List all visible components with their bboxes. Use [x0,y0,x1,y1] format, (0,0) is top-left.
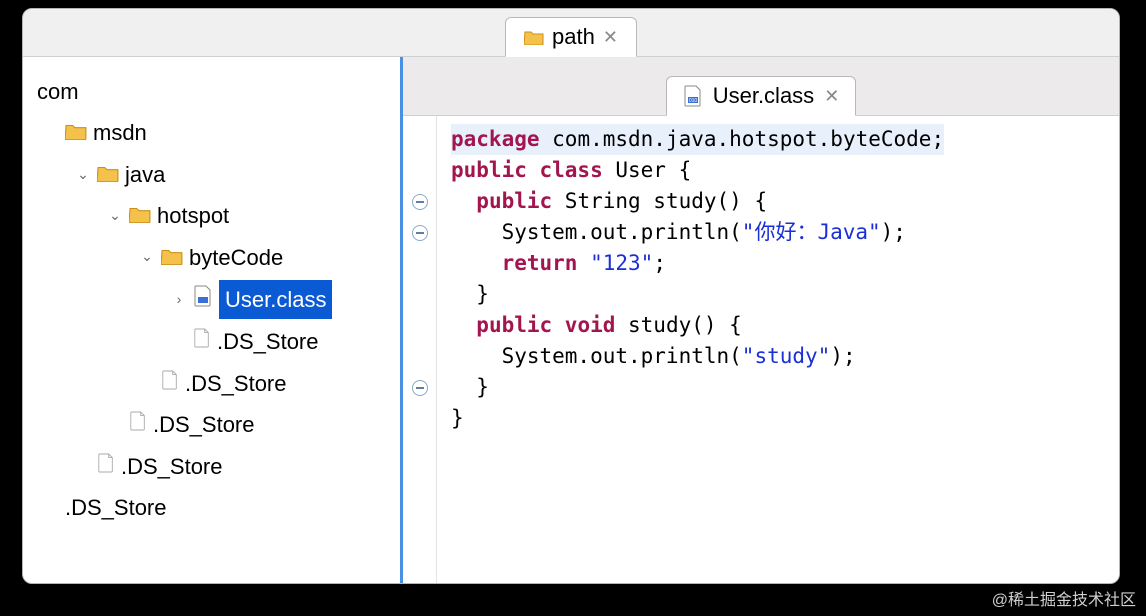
tree-item-label: .DS_Store [65,489,167,526]
window-tab-path[interactable]: path ✕ [505,17,637,57]
folder-icon [97,156,119,193]
gutter-spacer [403,310,436,341]
watermark: @稀土掘金技术社区 [992,586,1136,610]
editor-body[interactable]: package com.msdn.java.hotspot.byteCode;p… [403,115,1119,583]
tree-item-label: .DS_Store [217,323,319,360]
package-explorer[interactable]: com msdn⌄java⌄hotspot⌄byteCode›User.clas… [23,57,403,583]
fold-toggle[interactable] [403,186,436,217]
code-content[interactable]: package com.msdn.java.hotspot.byteCode;p… [437,116,958,583]
code-line: public void study() { [451,310,944,341]
tree-item-label: .DS_Store [121,448,223,485]
folder-icon [65,114,87,151]
code-line: } [451,279,944,310]
tree-item[interactable]: .DS_Store [33,363,390,404]
fold-toggle[interactable] [403,372,436,403]
chevron-down-icon[interactable]: ⌄ [139,245,155,269]
chevron-right-icon[interactable]: › [171,288,187,312]
tree-item[interactable]: .DS_Store [33,446,390,487]
tree-item[interactable]: .DS_Store [33,404,390,445]
gutter-spacer [403,155,436,186]
code-line: } [451,372,944,403]
class-file-icon [193,281,213,318]
close-icon[interactable]: ✕ [603,27,618,48]
code-line: System.out.println("study"); [451,341,944,372]
tree-item[interactable]: ⌄ byteCode [33,237,390,278]
tree-item[interactable]: ⌄ hotspot [33,195,390,236]
file-icon [161,365,179,402]
editor-tab-bar: 010 User.class ✕ [403,57,1119,115]
gutter-spacer [403,124,436,155]
editor-tab-label: User.class [713,83,814,109]
tree-root[interactable]: com [33,71,390,112]
gutter-spacer [403,434,436,465]
window-tab-bar: path ✕ [23,9,1119,57]
tree-item-label: hotspot [157,197,229,234]
file-icon [129,406,147,443]
code-line: return "123"; [451,248,944,279]
fold-toggle[interactable] [403,217,436,248]
tree-item[interactable]: ⌄ java [33,154,390,195]
svg-text:010: 010 [689,98,698,104]
chevron-down-icon[interactable]: ⌄ [107,204,123,228]
tree-item-label: .DS_Store [185,365,287,402]
tree-item-label: byteCode [189,239,283,276]
close-icon[interactable]: ✕ [824,86,839,107]
code-line: } [451,403,944,434]
tree-item-label: User.class [219,280,332,319]
window-tab-label: path [552,24,595,50]
code-line: System.out.println("你好：Java"); [451,217,944,248]
gutter-spacer [403,279,436,310]
tree-item[interactable]: .DS_Store [33,487,390,528]
gutter-spacer [403,248,436,279]
content-area: com msdn⌄java⌄hotspot⌄byteCode›User.clas… [23,57,1119,583]
gutter-spacer [403,465,436,496]
tree-item-selected[interactable]: › User.class [33,278,390,321]
tree-item[interactable]: msdn [33,112,390,153]
file-icon [97,448,115,485]
editor-tab-userclass[interactable]: 010 User.class ✕ [666,76,857,116]
editor-gutter[interactable] [403,116,437,583]
folder-icon [161,239,183,276]
folder-icon [524,29,544,45]
tree-item-label: java [125,156,165,193]
editor-area: 010 User.class ✕ package com.msdn.java.h… [403,57,1119,583]
gutter-spacer [403,341,436,372]
gutter-spacer [403,403,436,434]
class-file-icon: 010 [683,85,703,107]
folder-icon [129,197,151,234]
code-line: public class User { [451,155,944,186]
tree-item-label: .DS_Store [153,406,255,443]
file-icon [193,323,211,360]
tree-root-label: com [37,73,79,110]
chevron-down-icon[interactable]: ⌄ [75,163,91,187]
tree-item[interactable]: .DS_Store [33,321,390,362]
code-line: public String study() { [451,186,944,217]
tree-item-label: msdn [93,114,147,151]
ide-window: path ✕ com msdn⌄java⌄hotspot⌄byteCode›Us… [22,8,1120,584]
code-line: package com.msdn.java.hotspot.byteCode; [451,124,944,155]
